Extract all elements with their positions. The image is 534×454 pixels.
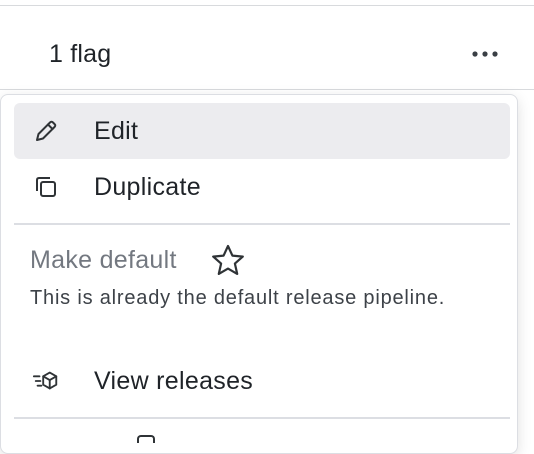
star-icon: [207, 243, 249, 279]
menu-item-label: Duplicate: [94, 173, 201, 201]
duplicate-icon: [32, 173, 60, 201]
make-default-description: This is already the default release pipe…: [30, 287, 446, 309]
partial-menu-icon: [137, 435, 155, 443]
menu-item-label: View releases: [94, 367, 254, 395]
menu-item-view-releases[interactable]: View releases: [14, 353, 510, 409]
menu-divider: [14, 223, 510, 225]
menu-divider: [14, 417, 510, 419]
pencil-icon: [32, 117, 60, 145]
releases-icon: [32, 367, 60, 395]
row-divider: [0, 89, 534, 90]
more-horizontal-icon: [472, 51, 498, 57]
flag-count: 1 flag: [49, 40, 112, 68]
actions-dropdown-menu: Edit Duplicate Make default This is alre…: [0, 94, 518, 454]
menu-item-label: Edit: [94, 117, 139, 145]
menu-item-duplicate[interactable]: Duplicate: [14, 159, 510, 215]
more-actions-button[interactable]: [466, 36, 504, 72]
top-divider: [0, 5, 534, 6]
menu-item-edit[interactable]: Edit: [14, 103, 510, 159]
make-default-label: Make default: [30, 246, 177, 274]
